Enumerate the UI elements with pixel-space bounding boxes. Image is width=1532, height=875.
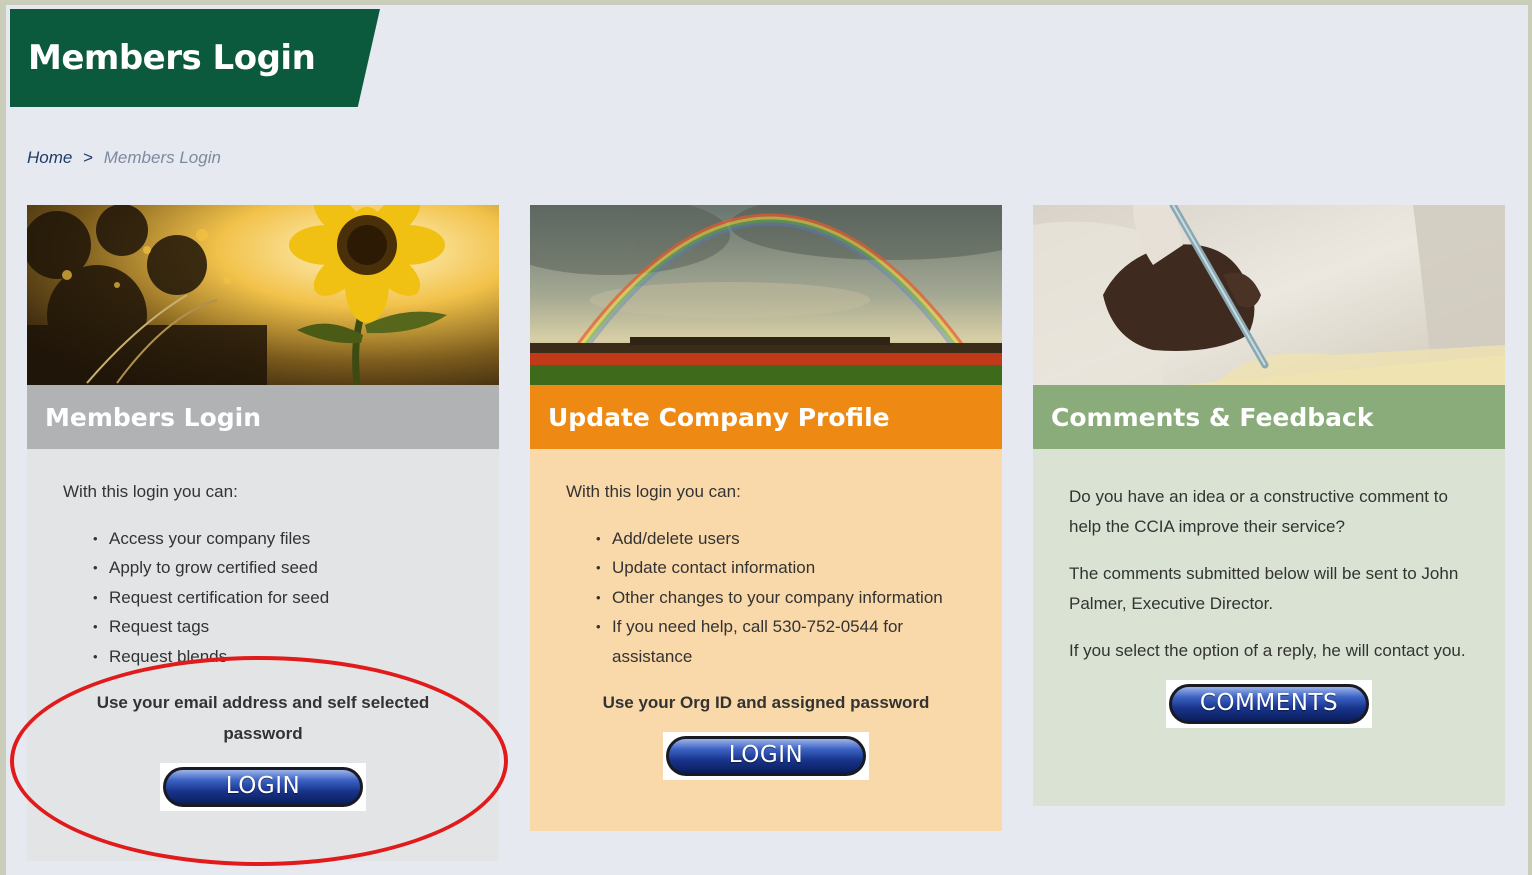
comments-feedback-card: Comments & Feedback Do you have an idea … <box>1033 205 1505 806</box>
update-company-profile-card-title: Update Company Profile <box>548 402 890 432</box>
card-paragraph: If you select the option of a reply, he … <box>1069 641 1466 660</box>
update-company-profile-card-header: Update Company Profile <box>530 385 1002 449</box>
company-profile-login-button[interactable]: LOGIN <box>666 736 866 776</box>
feature-list: Add/delete users Update contact informat… <box>566 524 966 672</box>
list-item: Other changes to your company informatio… <box>596 583 966 613</box>
members-login-card-body: With this login you can: Access your com… <box>27 449 499 861</box>
comments-button-frame: COMMENTS <box>1166 679 1372 728</box>
members-login-button[interactable]: LOGIN <box>163 767 363 807</box>
list-item: Request blends <box>93 642 463 672</box>
breadcrumb-current: Members Login <box>103 148 221 167</box>
list-item: Add/delete users <box>596 524 966 554</box>
comments-feedback-card-body: Do you have an idea or a constructive co… <box>1033 449 1505 806</box>
comments-feedback-card-header: Comments & Feedback <box>1033 385 1505 449</box>
list-item: Request certification for seed <box>93 583 463 613</box>
writing-hand-image <box>1033 205 1505 385</box>
breadcrumb-home-link[interactable]: Home <box>27 148 72 167</box>
list-item: Request tags <box>93 612 463 642</box>
list-item: Access your company files <box>93 524 463 554</box>
login-button-frame: LOGIN <box>160 763 366 811</box>
members-login-card: Members Login With this login you can: A… <box>27 205 499 861</box>
card-paragraph: Do you have an idea or a constructive co… <box>1069 487 1448 536</box>
update-company-profile-card: Update Company Profile With this login y… <box>530 205 1002 831</box>
sunflower-image <box>27 205 499 385</box>
card-intro: With this login you can: <box>63 482 238 501</box>
comments-feedback-card-title: Comments & Feedback <box>1051 402 1374 432</box>
members-login-card-header: Members Login <box>27 385 499 449</box>
page-title: Members Login <box>28 38 316 78</box>
login-button-frame: LOGIN <box>663 732 869 780</box>
feature-list: Access your company files Apply to grow … <box>63 524 463 672</box>
list-item: Apply to grow certified seed <box>93 553 463 583</box>
members-login-card-title: Members Login <box>45 402 262 432</box>
card-paragraph: The comments submitted below will be sen… <box>1069 564 1459 613</box>
breadcrumb-separator: > <box>83 148 94 167</box>
login-instructions: Use your email address and self selected… <box>96 693 430 743</box>
page-title-banner: Members Login <box>10 9 380 107</box>
login-instructions: Use your Org ID and assigned password <box>602 693 930 712</box>
page: Members Login Home > Members Login Membe… <box>6 5 1528 875</box>
breadcrumb: Home > Members Login <box>27 148 221 168</box>
rainbow-field-image <box>530 205 1002 385</box>
card-intro: With this login you can: <box>566 482 741 501</box>
list-item: Update contact information <box>596 553 966 583</box>
list-item: If you need help, call 530-752-0544 for … <box>596 612 966 671</box>
update-company-profile-card-body: With this login you can: Add/delete user… <box>530 449 1002 831</box>
comments-button[interactable]: COMMENTS <box>1169 683 1369 724</box>
